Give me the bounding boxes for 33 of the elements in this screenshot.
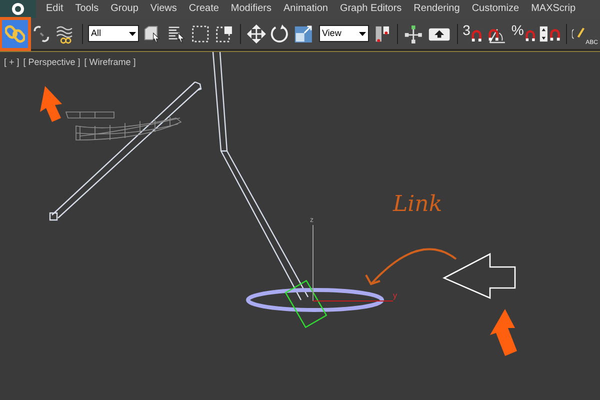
caret-icon — [358, 32, 366, 36]
pointer-arrow — [40, 86, 62, 122]
menu-item[interactable]: Group — [104, 0, 144, 18]
annotation-text: Link — [393, 192, 442, 217]
menu-item[interactable]: Animation — [277, 0, 334, 18]
menu-item[interactable]: Graph Editors — [334, 0, 408, 18]
viewport-label[interactable]: [ Wireframe ] — [84, 56, 136, 70]
pointer-arrow — [490, 309, 517, 356]
y-axis: y — [312, 291, 397, 302]
viewport-label[interactable]: [ + ] — [4, 56, 20, 70]
menu-item[interactable]: Tools — [69, 0, 105, 18]
selection-bracket — [284, 280, 328, 328]
selection-filter-dropdown[interactable]: All — [88, 25, 140, 42]
chain-link-icon — [4, 24, 25, 44]
menu-item[interactable]: Rendering — [408, 0, 466, 18]
menu-item[interactable]: Customize — [466, 0, 526, 18]
menu-item[interactable]: Views — [144, 0, 183, 18]
menu-item[interactable]: Create — [182, 0, 225, 18]
dropdown-value: View — [322, 26, 342, 40]
menu-item[interactable]: Modifiers — [224, 0, 278, 18]
manipulate-icon — [403, 22, 424, 44]
caret-icon — [129, 32, 136, 36]
viewport-label[interactable]: [ Perspective ] — [23, 56, 80, 70]
rotate-icon — [269, 22, 290, 44]
percent-snap-button[interactable]: % — [511, 20, 536, 48]
dashed-rectangle-icon — [190, 22, 211, 44]
move-icon — [246, 22, 266, 44]
app-logo[interactable] — [0, 0, 36, 18]
menu-item[interactable]: Edit — [40, 0, 70, 18]
snaps-toggle-button[interactable]: 3 — [462, 20, 483, 48]
dropdown-value: All — [91, 26, 102, 40]
coordinate-system-dropdown[interactable]: View — [318, 25, 368, 42]
menu-item[interactable]: MAXScrip — [525, 0, 582, 18]
